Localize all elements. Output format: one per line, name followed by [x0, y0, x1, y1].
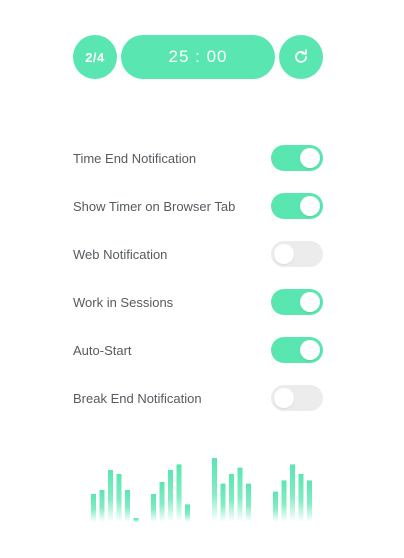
toggle-knob [300, 340, 320, 360]
visualizer-bar [290, 464, 295, 522]
toggle-time-end-notification[interactable] [271, 145, 323, 171]
visualizer-bar [168, 470, 173, 522]
timer-time-label: 25 : 00 [168, 47, 228, 66]
toggle-knob [274, 388, 294, 408]
timer-controls: 2/4 25 : 00 [73, 35, 323, 79]
settings-list: Time End Notification Show Timer on Brow… [73, 142, 323, 430]
toggle-break-end-notification[interactable] [271, 385, 323, 411]
visualizer-bar [273, 491, 278, 522]
setting-label: Break End Notification [73, 390, 202, 406]
setting-label: Time End Notification [73, 150, 197, 166]
refresh-icon [295, 49, 307, 63]
setting-row-auto-start: Auto-Start [73, 334, 323, 366]
visualizer-bar [151, 494, 156, 522]
visualizer-bar [237, 467, 243, 522]
toggle-web-notification[interactable] [271, 241, 323, 267]
setting-label: Web Notification [73, 246, 168, 262]
timer-display-button[interactable]: 25 : 00 [121, 35, 275, 79]
toggle-work-in-sessions[interactable] [271, 289, 323, 315]
visualizer-bar [307, 480, 312, 522]
visualizer-bar [298, 474, 304, 522]
visualizer-bar [91, 494, 96, 522]
toggle-knob [300, 196, 320, 216]
visualizer-bar [246, 483, 251, 522]
session-counter: 2/4 [73, 35, 117, 79]
visualizer-bar [116, 474, 122, 522]
setting-label: Auto-Start [73, 342, 132, 358]
toggle-auto-start[interactable] [271, 337, 323, 363]
visualizer-bar [108, 470, 113, 522]
visualizer-bar [229, 474, 234, 522]
visualizer-bar [185, 504, 190, 522]
visualizer-bar [220, 483, 226, 522]
setting-row-break-end-notification: Break End Notification [73, 382, 323, 414]
setting-row-show-timer-on-browser-tab: Show Timer on Browser Tab [73, 190, 323, 222]
reset-button[interactable] [279, 35, 323, 79]
visualizer-bar [133, 518, 139, 522]
visualizer-bar [281, 480, 287, 522]
toggle-show-timer-on-browser-tab[interactable] [271, 193, 323, 219]
visualizer-bar [159, 482, 165, 522]
visualizer-bar [99, 490, 105, 522]
visualizer-bar [125, 490, 130, 522]
toggle-knob [274, 244, 294, 264]
setting-label: Work in Sessions [73, 294, 174, 310]
audio-visualizer [91, 458, 312, 522]
setting-label: Show Timer on Browser Tab [73, 198, 236, 214]
session-counter-label: 2/4 [85, 49, 105, 65]
visualizer-bar [176, 464, 182, 522]
setting-row-work-in-sessions: Work in Sessions [73, 286, 323, 318]
setting-row-web-notification: Web Notification [73, 238, 323, 270]
toggle-knob [300, 292, 320, 312]
setting-row-time-end-notification: Time End Notification [73, 142, 323, 174]
visualizer-bar [212, 458, 217, 522]
toggle-knob [300, 148, 320, 168]
